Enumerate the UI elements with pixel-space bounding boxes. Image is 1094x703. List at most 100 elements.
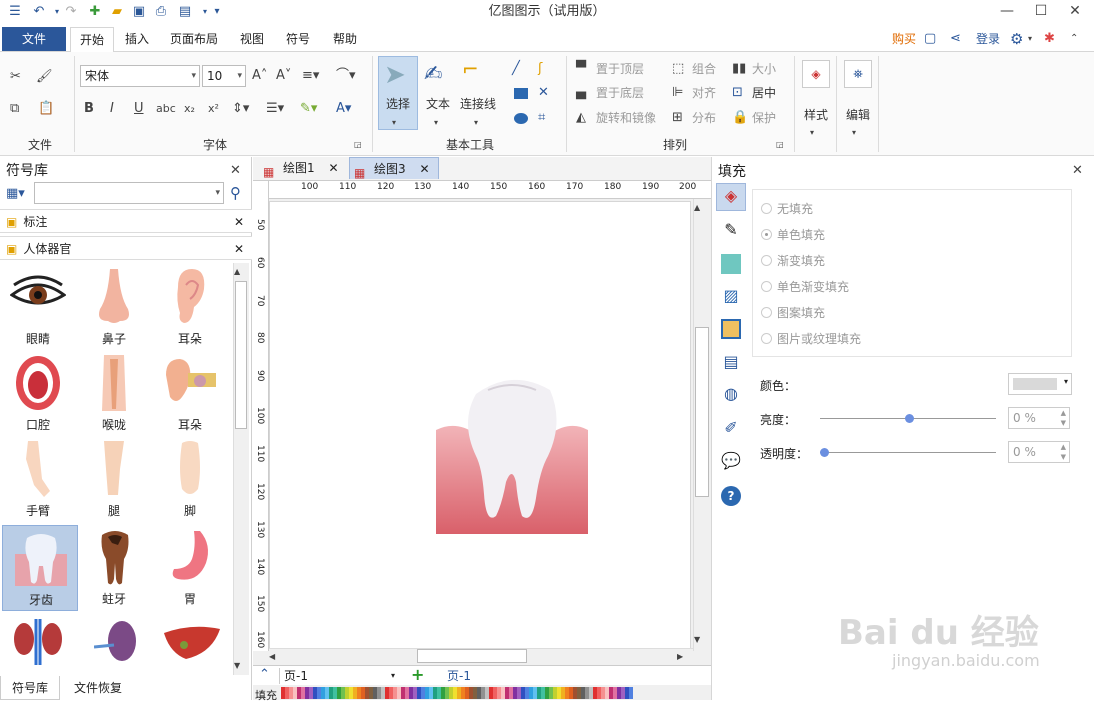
page-nav-up-icon[interactable]: ⌃ xyxy=(259,666,270,684)
close-tab-icon[interactable]: ✕ xyxy=(328,161,338,175)
cut-icon[interactable]: ✂ xyxy=(10,68,21,86)
text-tool-icon[interactable]: ✍ xyxy=(424,62,442,88)
transparency-slider-handle[interactable] xyxy=(820,448,829,457)
crop-icon[interactable]: ⌗ xyxy=(538,109,545,127)
undo-icon[interactable]: ↶ xyxy=(30,3,48,21)
shape-ear[interactable]: 耳朵 xyxy=(152,263,228,349)
tab-help[interactable]: 帮助 xyxy=(323,27,367,51)
font-size-select[interactable]: 10 ▾ xyxy=(202,65,246,87)
library-search-input[interactable]: ▾ xyxy=(34,182,224,204)
close-category-icon[interactable]: ✕ xyxy=(234,237,244,261)
open-file-icon[interactable]: ▰ xyxy=(108,3,126,21)
color-picker[interactable]: ▾ xyxy=(1008,373,1072,395)
fill-option-texture[interactable]: 图片或纹理填充 xyxy=(753,326,1071,352)
center-icon[interactable]: ⊡ xyxy=(732,84,743,102)
page-list-icon[interactable]: ▤ xyxy=(720,351,742,373)
tab-file[interactable]: 文件 xyxy=(2,27,66,51)
settings-dropdown-icon[interactable]: ▾ xyxy=(1028,30,1032,48)
canvas-hscroll-thumb[interactable] xyxy=(417,649,527,663)
vscroll-down-icon[interactable]: ▼ xyxy=(694,631,700,649)
edit-label[interactable]: 编辑 xyxy=(846,106,870,124)
spleen-shape[interactable] xyxy=(93,619,142,665)
subscript-icon[interactable]: x₂ xyxy=(184,100,195,118)
tab-insert[interactable]: 插入 xyxy=(115,27,159,51)
bullet-list-icon[interactable]: ☰▾ xyxy=(266,100,284,118)
comment-icon[interactable]: 💬 xyxy=(720,450,742,472)
brightness-input[interactable]: 0 % ▲ ▼ xyxy=(1008,407,1070,429)
shape-inner-ear[interactable]: 耳朵 xyxy=(152,349,228,435)
connector-dropdown-icon[interactable]: ▾ xyxy=(474,114,478,132)
save-icon[interactable]: ▣ xyxy=(130,3,148,21)
settings-icon[interactable]: ⚙ xyxy=(1010,30,1023,48)
brightness-slider-handle[interactable] xyxy=(905,414,914,423)
edit-dropdown-icon[interactable]: ▾ xyxy=(852,124,856,142)
connector-tool-icon[interactable]: ⌐ xyxy=(462,59,479,79)
bottom-tab-library[interactable]: 符号库 xyxy=(0,676,60,700)
scroll-up-icon[interactable]: ▲ xyxy=(234,263,240,281)
maximize-button[interactable]: ☐ xyxy=(1024,0,1058,24)
font-color-icon[interactable]: A▾ xyxy=(336,100,351,118)
fill-option-pattern[interactable]: 图案填充 xyxy=(753,300,1071,326)
app-menu-icon[interactable]: ☰ xyxy=(6,3,24,21)
export-icon[interactable]: ▤ xyxy=(176,3,194,21)
close-library-icon[interactable]: ✕ xyxy=(230,162,241,180)
attachment-icon[interactable]: ✐ xyxy=(720,417,742,439)
buy-link[interactable]: 购买 xyxy=(882,27,926,51)
vscroll-up-icon[interactable]: ▲ xyxy=(694,199,700,217)
color-palette[interactable] xyxy=(281,687,633,699)
shape-tooth[interactable]: 牙齿 xyxy=(2,525,78,611)
shape-eye[interactable]: 眼睛 xyxy=(0,263,76,349)
hscroll-right-icon[interactable]: ▶ xyxy=(677,648,683,666)
shape-decayed-tooth[interactable]: 蛀牙 xyxy=(76,523,152,609)
curve-icon[interactable]: ʃ xyxy=(538,60,542,78)
help-icon[interactable]: ? xyxy=(721,486,741,506)
customize-icon[interactable]: ▾ xyxy=(208,3,226,21)
shadow-icon[interactable] xyxy=(721,254,741,274)
shape-arm[interactable]: 手臂 xyxy=(0,435,76,521)
collapse-ribbon-icon[interactable]: ⌃ xyxy=(1070,30,1078,48)
ellipse-icon[interactable] xyxy=(514,113,528,124)
fill-option-gradient[interactable]: 渐变填充 xyxy=(753,248,1071,274)
close-category-icon[interactable]: ✕ xyxy=(234,210,244,234)
select-dropdown-icon[interactable]: ▾ xyxy=(392,114,396,132)
category-human-organs[interactable]: ▣ 人体器官 ✕ xyxy=(0,236,252,260)
transparency-input[interactable]: 0 % ▲ ▼ xyxy=(1008,441,1070,463)
copy-icon[interactable]: ⧉ xyxy=(10,100,19,118)
image-icon[interactable]: ▨ xyxy=(720,285,742,307)
superscript-icon[interactable]: x² xyxy=(208,100,219,118)
screen-icon[interactable]: ▢ xyxy=(924,30,936,48)
close-button[interactable]: ✕ xyxy=(1058,0,1092,24)
globe-icon[interactable]: ◍ xyxy=(720,383,742,405)
hscroll-left-icon[interactable]: ◀ xyxy=(269,648,275,666)
palette-swatch[interactable] xyxy=(629,687,633,699)
login-link[interactable]: 登录 xyxy=(966,27,1010,51)
minimize-button[interactable]: — xyxy=(990,0,1024,24)
tab-page-layout[interactable]: 页面布局 xyxy=(160,27,228,51)
print-icon[interactable]: ⎙ xyxy=(152,3,170,21)
bottom-tab-recovery[interactable]: 文件恢复 xyxy=(62,676,134,700)
underline-icon[interactable]: U xyxy=(134,100,144,118)
tab-home[interactable]: 开始 xyxy=(70,27,114,52)
page-tab[interactable]: 页-1 xyxy=(447,668,471,684)
line-style-icon[interactable]: ✎ xyxy=(720,219,742,241)
theme-icon[interactable]: ✱ xyxy=(1044,30,1055,48)
redo-icon[interactable]: ↷ xyxy=(62,3,80,21)
drawing-page[interactable] xyxy=(269,201,691,651)
search-icon[interactable]: ⚲ xyxy=(230,184,241,202)
canvas-vscroll-thumb[interactable] xyxy=(695,327,709,497)
grow-font-icon[interactable]: A˄ xyxy=(252,67,267,85)
center-label[interactable]: 居中 xyxy=(752,84,776,102)
italic-icon[interactable]: I xyxy=(110,100,114,118)
doc-tab-3[interactable]: ▦ 绘图3 ✕ xyxy=(349,157,439,180)
rectangle-icon[interactable] xyxy=(514,88,528,99)
close-tab-icon[interactable]: ✕ xyxy=(419,162,429,176)
arrange-dialog-launcher-icon[interactable]: ◲ xyxy=(776,136,784,154)
text-arc-icon[interactable]: ⌒▾ xyxy=(336,67,356,85)
shape-leg[interactable]: 腿 xyxy=(76,435,152,521)
font-name-select[interactable]: 宋体 ▾ xyxy=(80,65,200,87)
library-menu-icon[interactable]: ▦▾ xyxy=(6,185,25,203)
cross-point-icon[interactable]: ✕ xyxy=(538,84,549,102)
shrink-font-icon[interactable]: A˅ xyxy=(276,67,291,85)
transparency-slider[interactable] xyxy=(820,452,996,453)
tooth-shape[interactable] xyxy=(436,374,590,536)
